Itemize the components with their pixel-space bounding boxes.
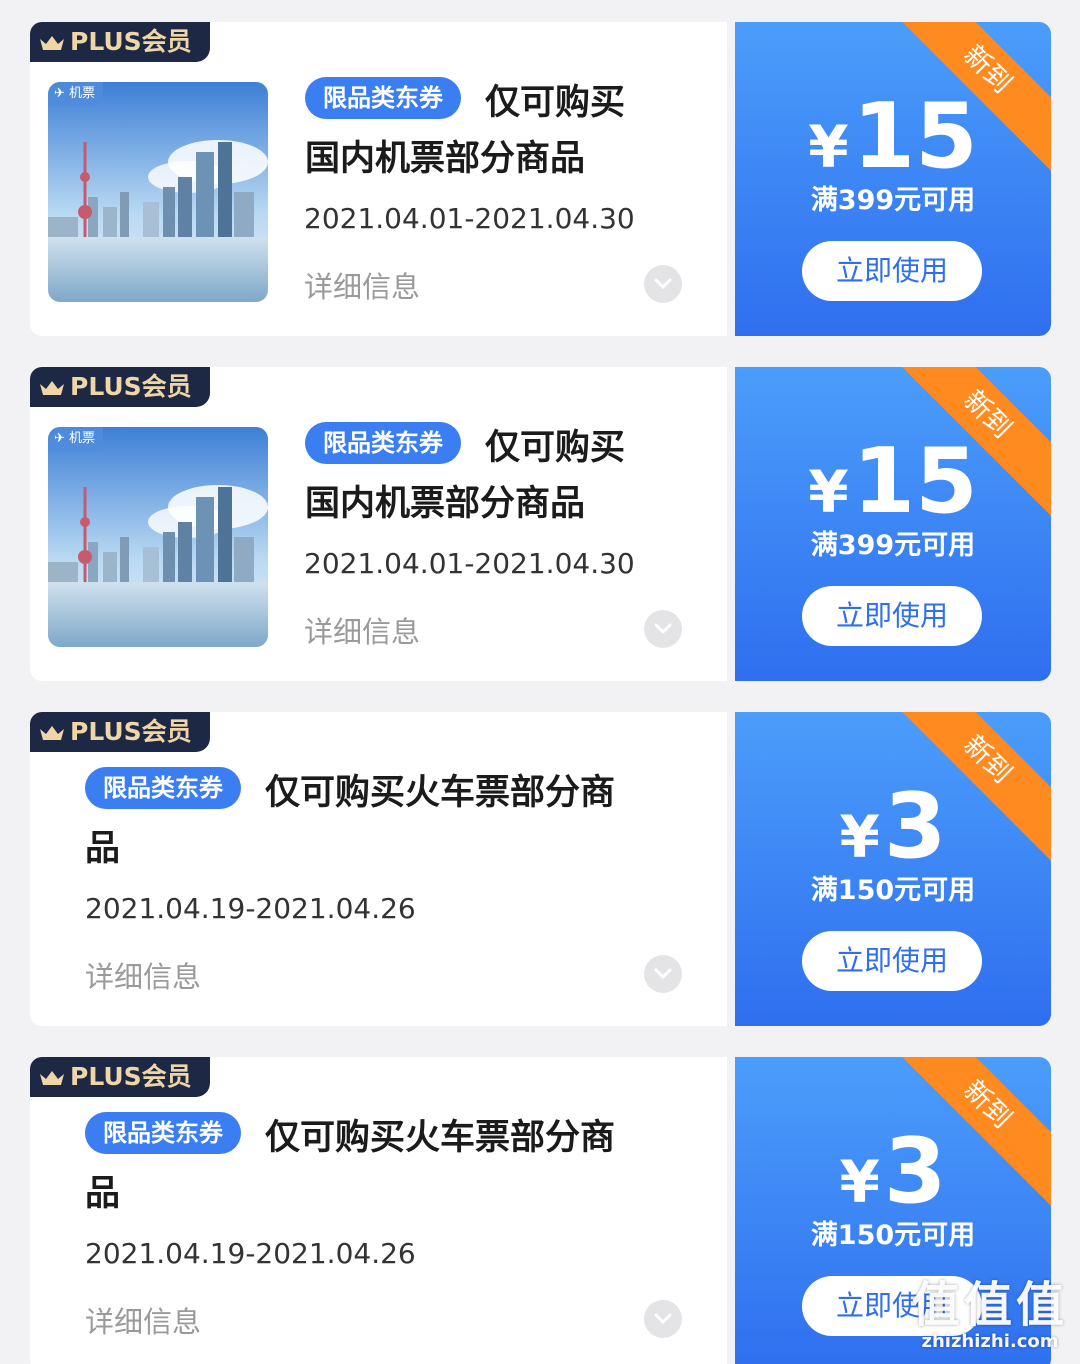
coupon-amount-value: 15 [852,84,978,189]
validity-date: 2021.04.01-2021.04.30 [304,202,635,235]
coupon-title-line1: 仅可购买火车票部分商 [265,773,616,813]
product-thumbnail[interactable]: ✈ 机票 [48,82,268,302]
chevron-down-icon [654,1313,672,1325]
crown-icon [40,1071,64,1085]
plus-member-tag: PLUS会员 [30,712,210,752]
coupon-list: PLUS会员 ✈ 机票 限品类东券 仅可购买 国内机票部分商品 2021.04.… [0,0,1080,1364]
plus-member-tag: PLUS会员 [30,367,210,407]
plus-member-tag: PLUS会员 [30,1057,210,1097]
site-watermark: 值值值 zhizhizhi.com [912,1279,1068,1352]
ticket-category-tag: ✈ 机票 [48,427,104,451]
coupon-type-badge: 限品类东券 [305,422,461,464]
validity-date: 2021.04.01-2021.04.30 [304,547,635,580]
coupon-title: 限品类东券 仅可购买火车票部分商 品 [85,1110,705,1222]
use-now-button[interactable]: 立即使用 [802,241,982,301]
coupon-title-line1: 仅可购买火车票部分商 [265,1118,616,1158]
ticket-category-tag: ✈ 机票 [48,82,104,106]
plus-member-label: PLUS会员 [70,1062,192,1091]
currency-symbol: ¥ [839,1148,880,1216]
plus-member-label: PLUS会员 [70,27,192,56]
detail-info-link[interactable]: 详细信息 [304,264,420,306]
coupon-amount: ¥3 [735,1119,1051,1224]
coupon-amount-value: 3 [883,1119,947,1224]
expand-button[interactable] [644,265,682,303]
coupon-title-line2: 国内机票部分商品 [305,484,586,524]
coupon-amount-value: 15 [852,429,978,534]
coupon-title: 限品类东券 仅可购买 国内机票部分商品 [305,420,705,532]
detail-info-link[interactable]: 详细信息 [85,954,201,996]
currency-symbol: ¥ [808,458,849,526]
coupon-title: 限品类东券 仅可购买火车票部分商 品 [85,765,705,877]
coupon-amount-value: 3 [883,774,947,879]
coupon-title: 限品类东券 仅可购买 国内机票部分商品 [305,75,705,187]
coupon-title-line2: 品 [85,1174,121,1214]
ticket-category-label: 机票 [69,431,96,446]
coupon-type-badge: 限品类东券 [85,767,241,809]
product-thumbnail[interactable]: ✈ 机票 [48,427,268,647]
coupon-value-panel: 新到 ¥15 满399元可用 立即使用 [735,22,1051,336]
coupon-info[interactable]: PLUS会员 限品类东券 仅可购买火车票部分商 品 2021.04.19-2021… [30,712,727,1026]
plus-member-label: PLUS会员 [70,717,192,746]
detail-info-link[interactable]: 详细信息 [304,609,420,651]
coupon-value-panel: 新到 ¥15 满399元可用 立即使用 [735,367,1051,681]
usage-condition: 满150元可用 [810,1220,976,1251]
validity-date: 2021.04.19-2021.04.26 [85,892,416,925]
usage-condition: 满150元可用 [810,875,976,906]
ticket-category-label: 机票 [69,86,96,101]
crown-icon [40,36,64,50]
coupon-title-line1: 仅可购买 [485,428,626,468]
chevron-down-icon [654,278,672,290]
coupon-title-line1: 仅可购买 [485,83,626,123]
expand-button[interactable] [644,610,682,648]
crown-icon [40,726,64,740]
coupon-info[interactable]: PLUS会员 ✈ 机票 限品类东券 仅可购买 国内机票部分商品 2021.04.… [30,22,727,336]
expand-button[interactable] [644,1300,682,1338]
coupon-amount: ¥3 [735,774,1051,879]
coupon-amount: ¥15 [735,84,1051,189]
crown-icon [40,381,64,395]
coupon-card[interactable]: PLUS会员 限品类东券 仅可购买火车票部分商 品 2021.04.19-2021… [30,1057,1051,1364]
currency-symbol: ¥ [808,113,849,181]
coupon-amount: ¥15 [735,429,1051,534]
use-now-button[interactable]: 立即使用 [802,931,982,991]
coupon-info[interactable]: PLUS会员 限品类东券 仅可购买火车票部分商 品 2021.04.19-2021… [30,1057,727,1364]
watermark-url: zhizhizhi.com [921,1331,1059,1352]
detail-info-link[interactable]: 详细信息 [85,1299,201,1341]
currency-symbol: ¥ [839,803,880,871]
watermark-logo: 值值值 [911,1277,1068,1333]
coupon-title-line2: 国内机票部分商品 [305,139,586,179]
plus-member-tag: PLUS会员 [30,22,210,62]
chevron-down-icon [654,968,672,980]
city-skyline-image [48,82,268,302]
coupon-card[interactable]: PLUS会员 ✈ 机票 限品类东券 仅可购买 国内机票部分商品 2021.04.… [30,22,1051,336]
coupon-card[interactable]: PLUS会员 ✈ 机票 限品类东券 仅可购买 国内机票部分商品 2021.04.… [30,367,1051,681]
coupon-card[interactable]: PLUS会员 限品类东券 仅可购买火车票部分商 品 2021.04.19-2021… [30,712,1051,1026]
coupon-type-badge: 限品类东券 [85,1112,241,1154]
plus-member-label: PLUS会员 [70,372,192,401]
coupon-value-panel: 新到 ¥3 满150元可用 立即使用 [735,712,1051,1026]
use-now-button[interactable]: 立即使用 [802,586,982,646]
chevron-down-icon [654,623,672,635]
coupon-type-badge: 限品类东券 [305,77,461,119]
usage-condition: 满399元可用 [810,185,976,216]
validity-date: 2021.04.19-2021.04.26 [85,1237,416,1270]
city-skyline-image [48,427,268,647]
coupon-title-line2: 品 [85,829,121,869]
usage-condition: 满399元可用 [810,530,976,561]
coupon-info[interactable]: PLUS会员 ✈ 机票 限品类东券 仅可购买 国内机票部分商品 2021.04.… [30,367,727,681]
expand-button[interactable] [644,955,682,993]
